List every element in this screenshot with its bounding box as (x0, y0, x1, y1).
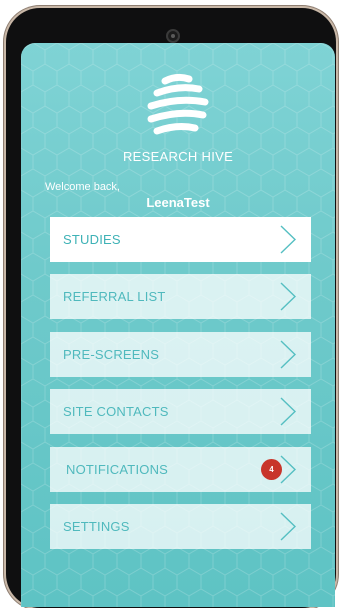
menu-item-label: STUDIES (63, 232, 121, 247)
menu-item-label: PRE-SCREENS (63, 346, 160, 362)
app-screen: RESEARCH HIVE Welcome back, LeenaTest ST… (21, 43, 335, 607)
menu-item-label: SITE CONTACTS (63, 404, 169, 420)
menu-item-label: NOTIFICATIONS (66, 461, 169, 477)
brand-name: RESEARCH HIVE (122, 149, 234, 164)
chevron-right-icon (280, 397, 297, 426)
phone-frame: RESEARCH HIVE Welcome back, LeenaTest ST… (6, 8, 336, 608)
chevron-right-icon (280, 340, 297, 369)
menu-item-referral-list[interactable]: REFERRAL LIST (50, 274, 311, 320)
menu-item-label: REFERRAL LIST (63, 289, 166, 305)
menu-item-pre-screens[interactable]: PRE-SCREENS (50, 331, 311, 377)
menu-item-notifications[interactable]: NOTIFICATIONS 4 (50, 446, 311, 492)
menu-item-label: SETTINGS (63, 518, 130, 534)
hive-logo-icon (147, 73, 209, 135)
app-logo: RESEARCH HIVE (21, 73, 335, 164)
menu-item-settings[interactable]: SETTINGS (50, 503, 311, 549)
chevron-right-icon (280, 282, 297, 311)
chevron-right-icon (280, 455, 297, 484)
chevron-right-icon (280, 512, 297, 541)
main-menu: STUDIES REFERRAL LIST PRE-SCREENS SITE C… (50, 217, 311, 561)
chevron-right-icon (280, 225, 297, 254)
username: LeenaTest (146, 195, 210, 210)
menu-item-site-contacts[interactable]: SITE CONTACTS (50, 389, 311, 435)
menu-item-studies[interactable]: STUDIES (50, 217, 311, 262)
front-camera (166, 29, 180, 43)
welcome-text: Welcome back, (45, 181, 120, 193)
